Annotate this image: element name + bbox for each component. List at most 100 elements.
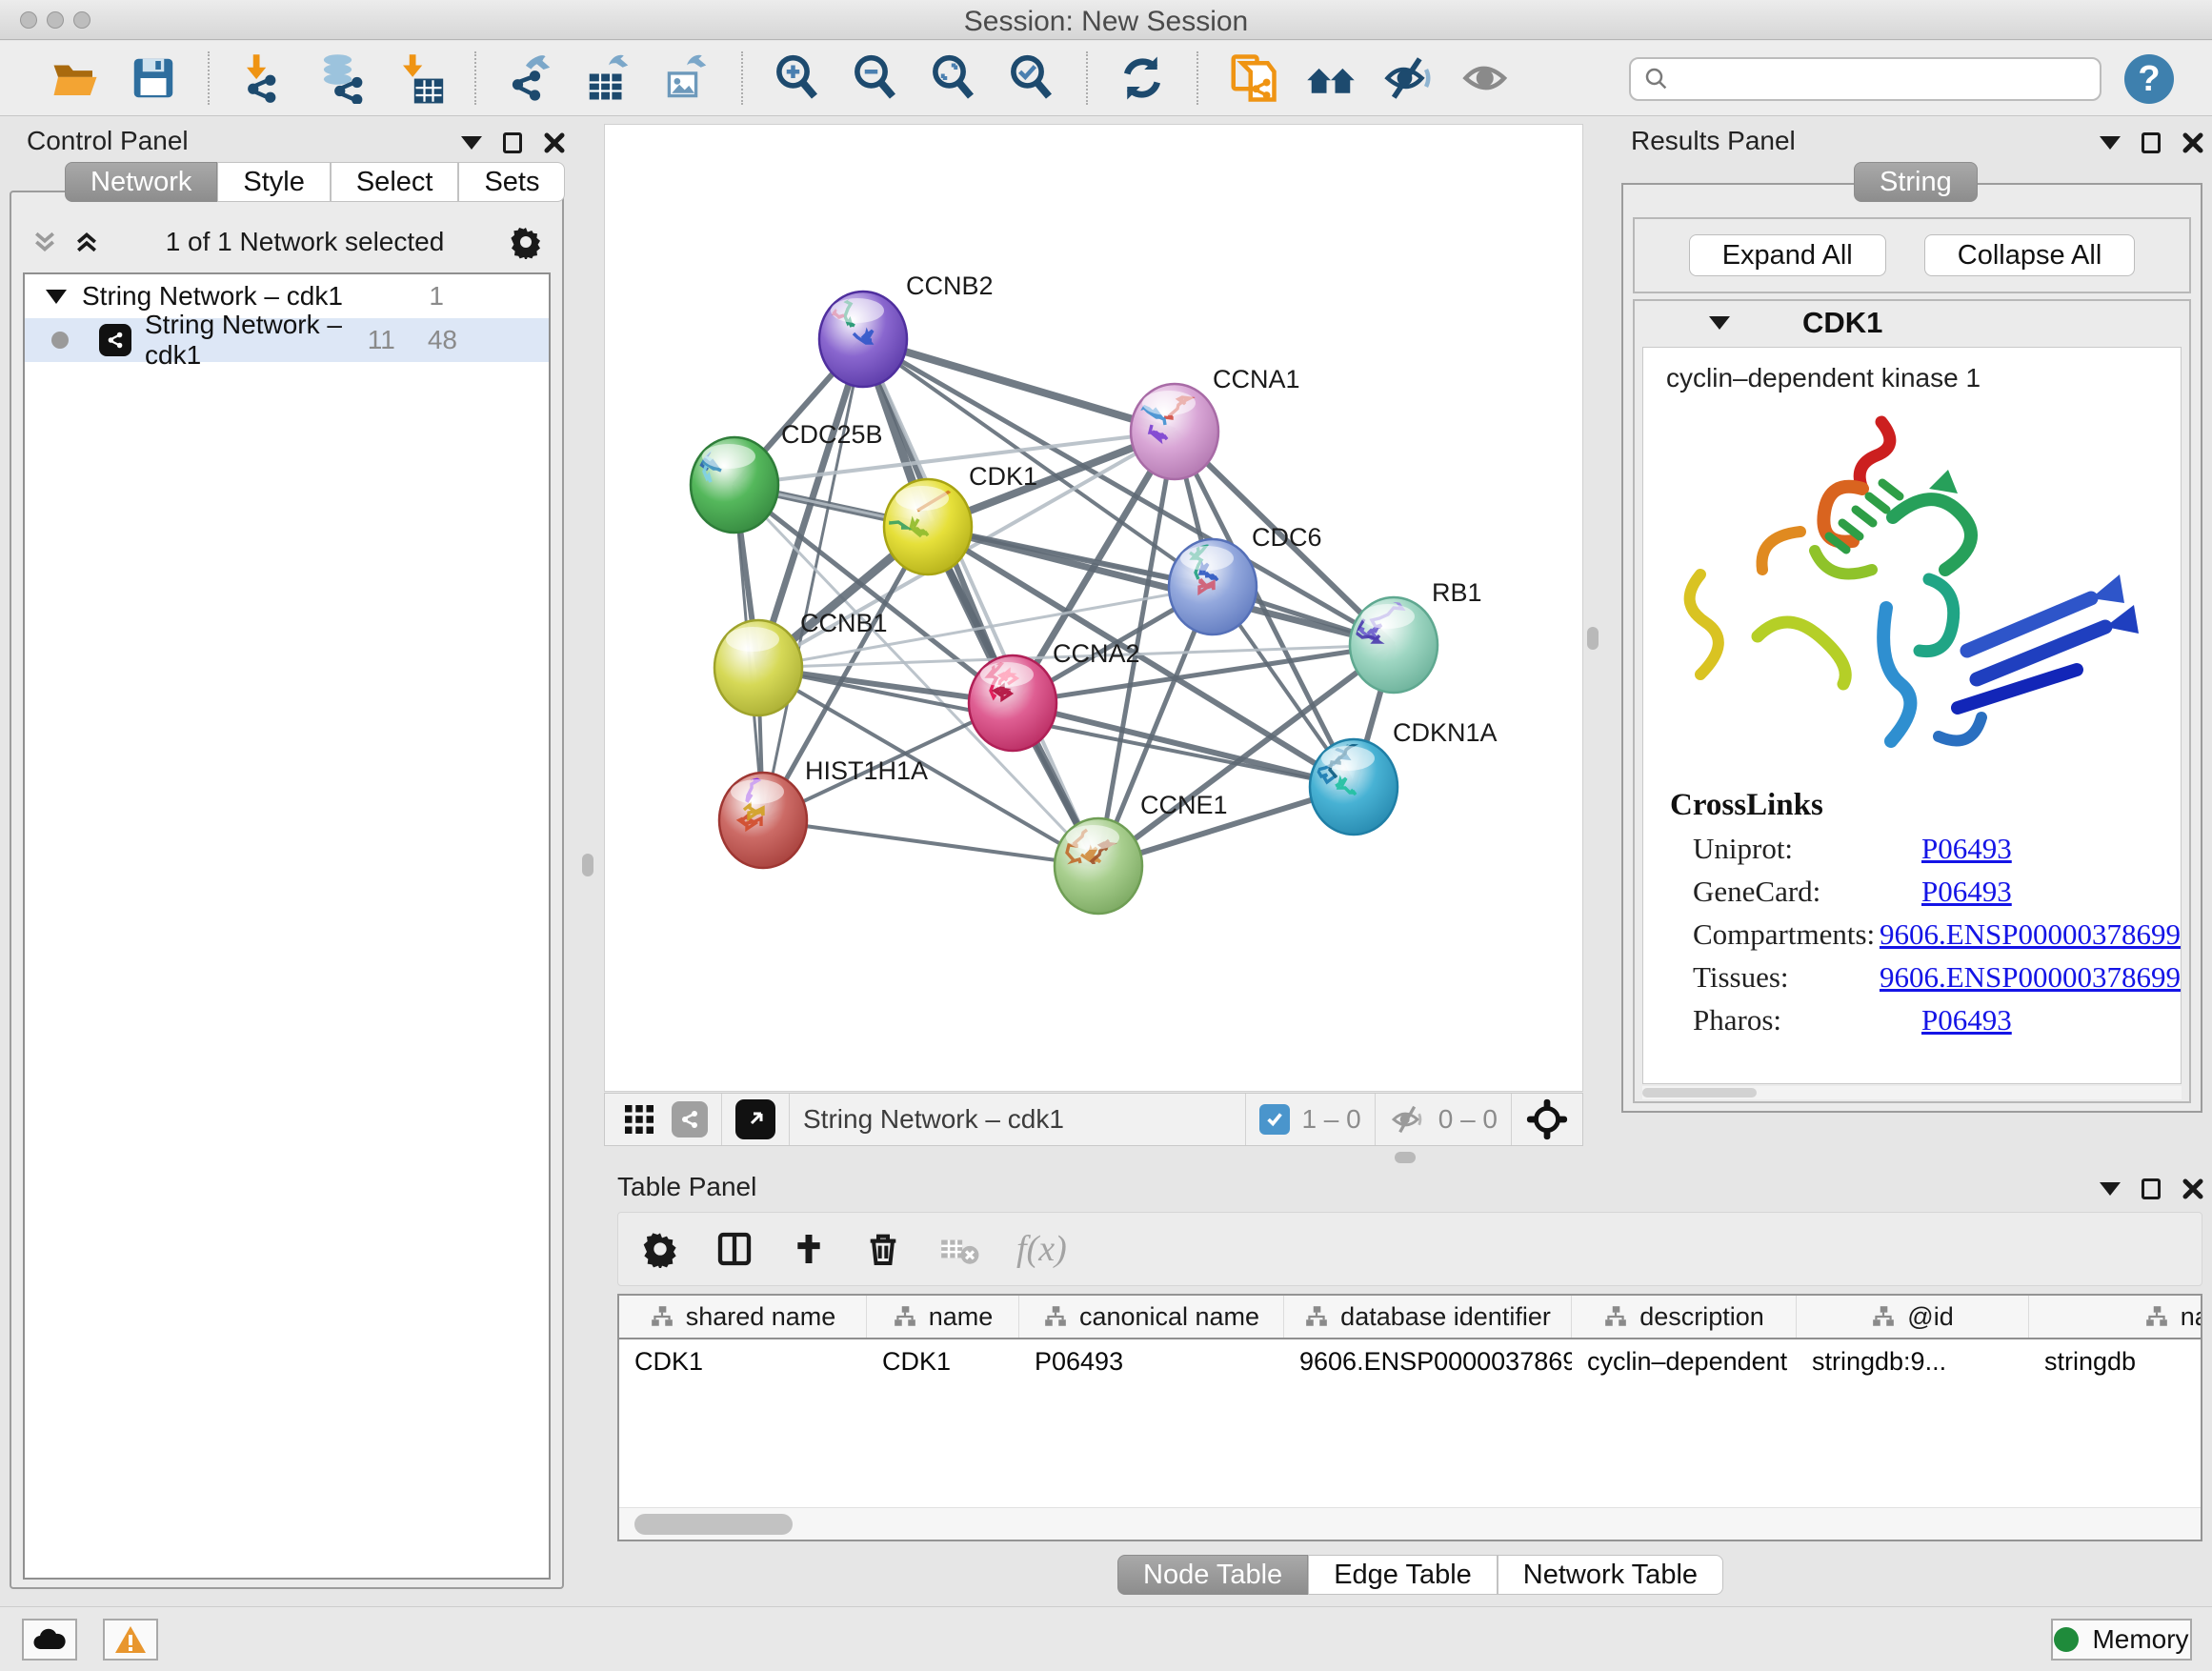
hide-selected-icon[interactable] xyxy=(1381,50,1437,106)
crosslink-link[interactable]: P06493 xyxy=(1921,832,2012,866)
network-node-CCNA1[interactable] xyxy=(1131,384,1218,479)
results-scrollbar[interactable] xyxy=(1642,1086,2182,1099)
crosslink-link[interactable]: 9606.ENSP00000378699 xyxy=(1880,960,2181,995)
tab-network[interactable]: Network xyxy=(65,162,217,202)
network-from-selection-icon[interactable] xyxy=(1225,50,1280,106)
column-header-database-identifier[interactable]: database identifier xyxy=(1284,1296,1572,1338)
import-table-file-icon[interactable] xyxy=(392,50,448,106)
grid-view-icon[interactable] xyxy=(622,1102,656,1137)
panel-menu-icon[interactable] xyxy=(2100,136,2121,150)
protein-card-header[interactable]: CDK1 xyxy=(1635,301,2189,345)
right-splitter-handle[interactable] xyxy=(1587,627,1599,650)
table-cell[interactable]: stringdb xyxy=(2029,1339,2202,1383)
zoom-fit-icon[interactable] xyxy=(926,50,981,106)
table-cell[interactable]: CDK1 xyxy=(867,1339,1019,1383)
protein-structure-image xyxy=(1643,393,2177,775)
panel-menu-icon[interactable] xyxy=(2100,1182,2121,1196)
open-session-icon[interactable] xyxy=(48,50,103,106)
table-cell[interactable]: CDK1 xyxy=(619,1339,867,1383)
export-image-icon[interactable] xyxy=(659,50,714,106)
column-header-canonical-name[interactable]: canonical name xyxy=(1019,1296,1284,1338)
network-node-RB1[interactable] xyxy=(1350,595,1438,693)
network-node-CCNB1[interactable] xyxy=(714,620,802,715)
show-all-icon[interactable] xyxy=(1459,50,1515,106)
column-header-name[interactable]: name xyxy=(867,1296,1019,1338)
table-cell[interactable]: P06493 xyxy=(1019,1339,1284,1383)
network-edge-CCNB2-CCNA1[interactable] xyxy=(863,339,1175,432)
refresh-icon[interactable] xyxy=(1115,50,1170,106)
table-row[interactable]: CDK1CDK1P064939606.ENSP00000378699cyclin… xyxy=(619,1339,2201,1383)
network-view-icon[interactable] xyxy=(672,1101,708,1137)
network-row[interactable]: String Network – cdk1 11 48 xyxy=(25,318,549,362)
expand-all-button[interactable]: Expand All xyxy=(1689,234,1886,276)
network-edge-CCNB2-CCNE1[interactable] xyxy=(863,339,1098,866)
network-node-CCNB2[interactable] xyxy=(812,288,907,387)
birds-eye-view-icon[interactable] xyxy=(735,1099,775,1139)
column-header-namespace[interactable]: namespace xyxy=(2029,1296,2202,1338)
float-panel-icon[interactable] xyxy=(503,132,522,153)
delete-column-icon[interactable] xyxy=(864,1230,902,1268)
network-node-CDC6[interactable] xyxy=(1169,539,1257,634)
close-panel-icon[interactable] xyxy=(2182,131,2204,154)
table-cell[interactable]: 9606.ENSP00000378699 xyxy=(1284,1339,1572,1383)
memory-button[interactable]: Memory xyxy=(2051,1619,2192,1661)
zoom-out-icon[interactable] xyxy=(848,50,903,106)
float-panel-icon[interactable] xyxy=(2142,132,2161,153)
bottom-splitter-handle[interactable] xyxy=(1395,1152,1416,1163)
crosslink-link[interactable]: P06493 xyxy=(1921,875,2012,909)
column-header-description[interactable]: description xyxy=(1572,1296,1797,1338)
selected-checkbox-icon[interactable] xyxy=(1259,1104,1290,1135)
table-h-scrollbar[interactable] xyxy=(619,1507,2201,1540)
tab-style[interactable]: Style xyxy=(217,162,330,202)
close-panel-icon[interactable] xyxy=(543,131,566,154)
column-header-shared-name[interactable]: shared name xyxy=(619,1296,867,1338)
collapse-all-icon[interactable] xyxy=(30,228,59,256)
crosslink-link[interactable]: P06493 xyxy=(1921,1003,2012,1037)
table-gear-icon[interactable] xyxy=(641,1230,679,1268)
zoom-in-icon[interactable] xyxy=(770,50,825,106)
pan-crosshair-icon[interactable] xyxy=(1525,1097,1569,1141)
help-icon[interactable]: ? xyxy=(2124,54,2174,104)
network-edge-CCNB2-HIST1H1A[interactable] xyxy=(763,339,863,820)
tab-select[interactable]: Select xyxy=(331,162,459,202)
tree-expander-icon[interactable] xyxy=(46,290,67,304)
network-node-CDKN1A[interactable] xyxy=(1310,739,1398,835)
export-network-icon[interactable] xyxy=(503,50,558,106)
column-header--id[interactable]: @id xyxy=(1797,1296,2029,1338)
table-cell[interactable]: cyclin–dependent ... xyxy=(1572,1339,1797,1383)
network-node-CCNA2[interactable] xyxy=(969,655,1056,751)
network-edge-HIST1H1A-CCNE1[interactable] xyxy=(763,820,1098,866)
import-network-database-icon[interactable] xyxy=(314,50,370,106)
collapse-protein-icon[interactable] xyxy=(1709,316,1730,330)
network-node-HIST1H1A[interactable] xyxy=(719,771,807,868)
expand-all-icon[interactable] xyxy=(72,228,101,256)
gear-icon[interactable] xyxy=(509,225,543,259)
zoom-selected-icon[interactable] xyxy=(1004,50,1059,106)
tab-node-table[interactable]: Node Table xyxy=(1117,1555,1308,1595)
crosslink-link[interactable]: 9606.ENSP00000378699 xyxy=(1880,917,2181,952)
first-neighbors-icon[interactable] xyxy=(1303,50,1358,106)
network-node-CCNE1[interactable] xyxy=(1055,818,1142,914)
export-table-icon[interactable] xyxy=(581,50,636,106)
network-edge-CDK1-RB1[interactable] xyxy=(928,527,1394,645)
tab-edge-table[interactable]: Edge Table xyxy=(1308,1555,1498,1595)
tab-sets[interactable]: Sets xyxy=(458,162,565,202)
search-input[interactable] xyxy=(1671,64,2100,95)
add-column-icon[interactable] xyxy=(790,1230,828,1268)
crosslink-row: GeneCard: P06493 xyxy=(1643,866,2181,909)
tab-string[interactable]: String xyxy=(1854,162,1978,202)
float-panel-icon[interactable] xyxy=(2142,1178,2161,1199)
tab-network-table[interactable]: Network Table xyxy=(1498,1555,1723,1595)
warnings-button[interactable] xyxy=(103,1619,158,1661)
show-columns-icon[interactable] xyxy=(715,1230,754,1268)
import-network-file-icon[interactable] xyxy=(236,50,292,106)
collapse-all-button[interactable]: Collapse All xyxy=(1924,234,2136,276)
table-cell[interactable]: stringdb:9... xyxy=(1797,1339,2029,1383)
close-panel-icon[interactable] xyxy=(2182,1178,2204,1200)
panel-menu-icon[interactable] xyxy=(461,136,482,150)
cloud-status-button[interactable] xyxy=(22,1619,77,1661)
network-canvas[interactable]: CCNB2 CCNA1 CDC25B CDK1 CDC6 R xyxy=(604,124,1583,1092)
left-splitter-handle[interactable] xyxy=(582,854,593,876)
network-node-CDK1[interactable] xyxy=(882,479,972,574)
save-session-icon[interactable] xyxy=(126,50,181,106)
